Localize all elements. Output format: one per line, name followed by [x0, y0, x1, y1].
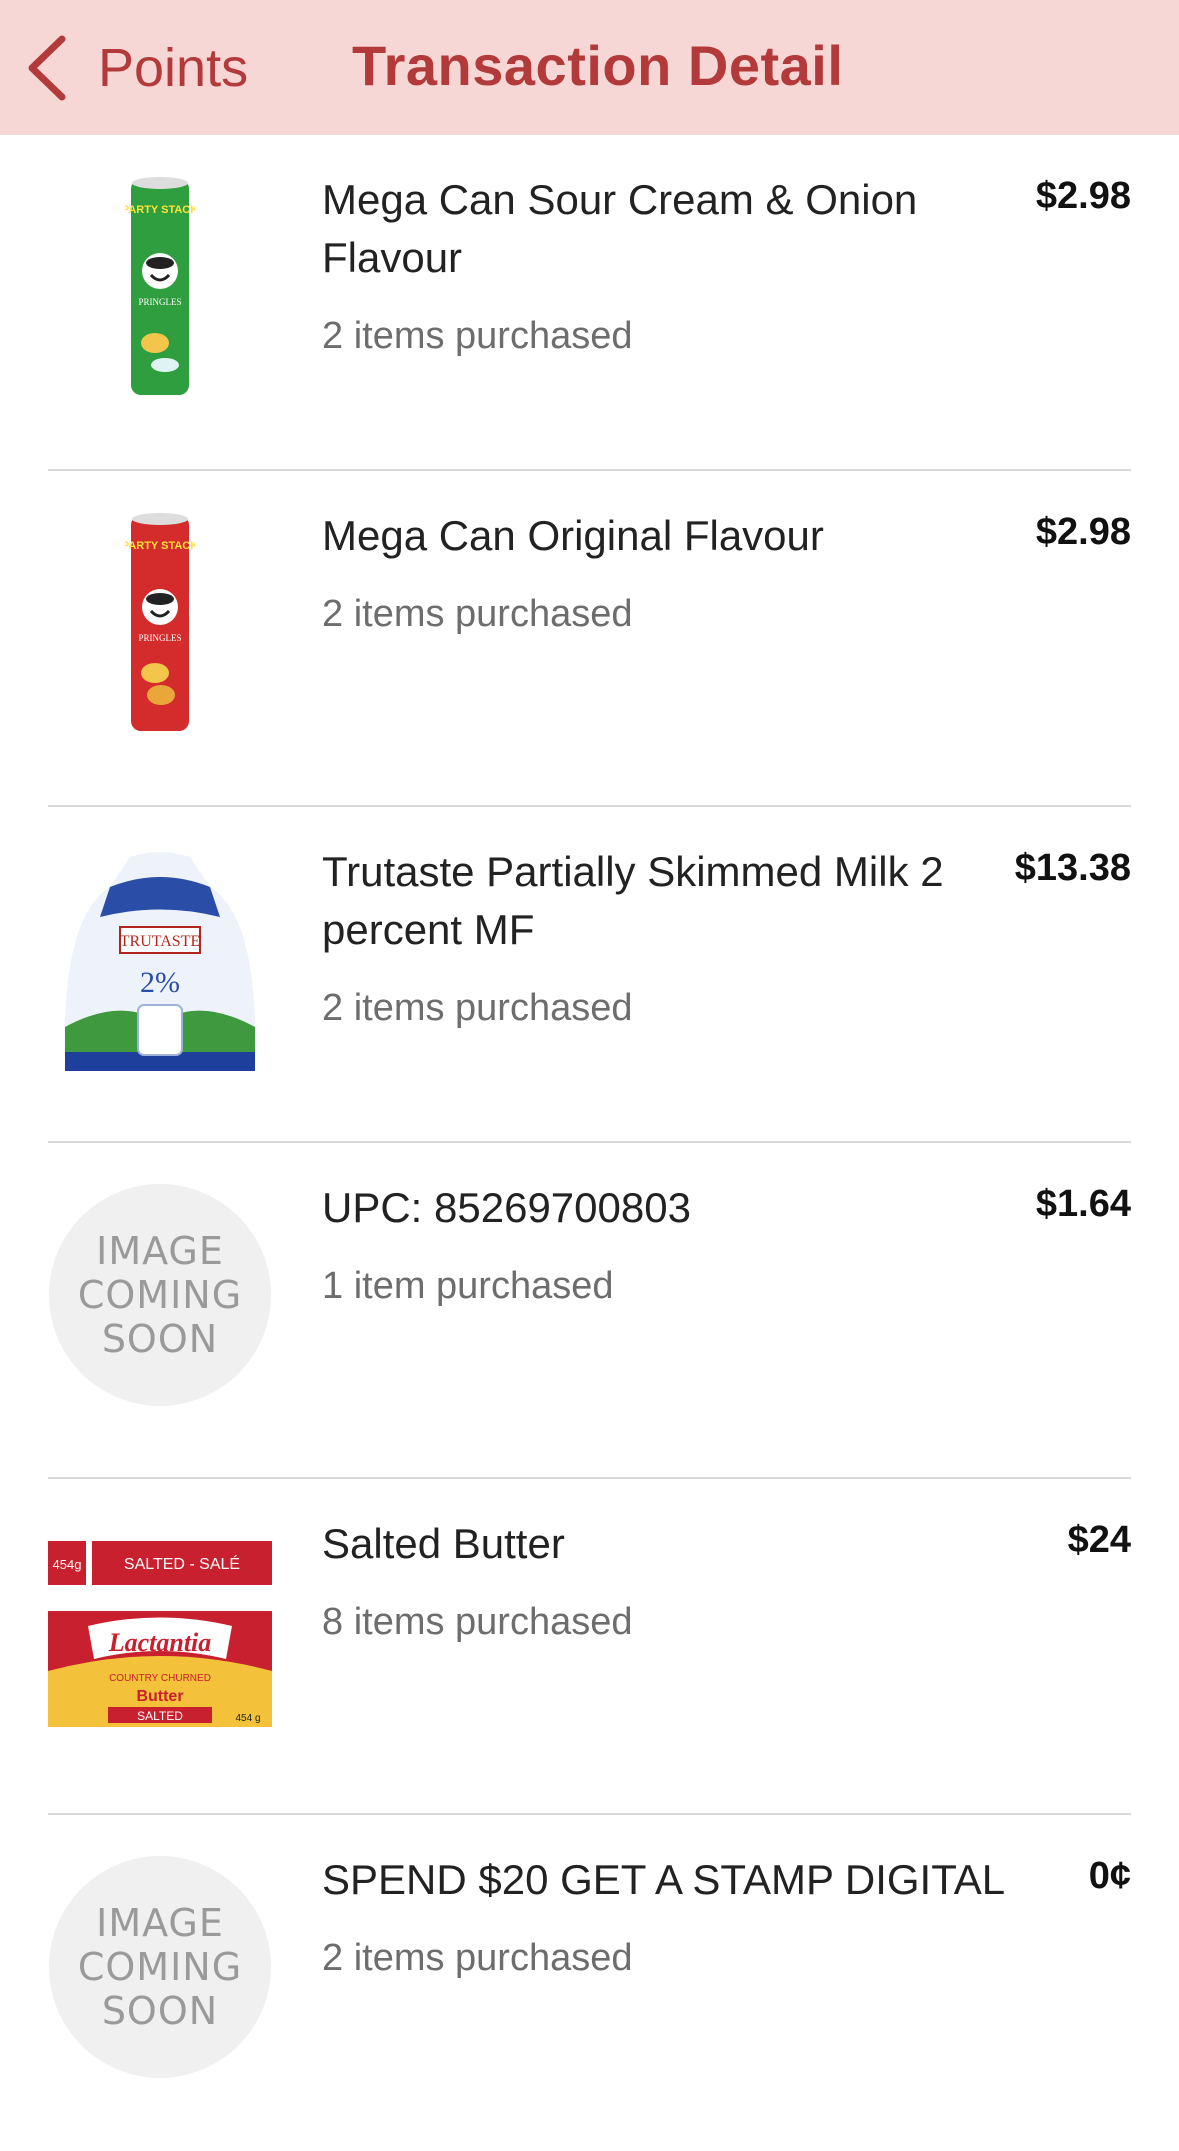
butter-package-icon: 454g SALTED - SALÉ Lactantia COUNTRY CHU… — [48, 1541, 272, 1727]
placeholder-line: SOON — [101, 1989, 219, 2033]
item-price: 0¢ — [1088, 1855, 1131, 1897]
item-quantity: 2 items purchased — [322, 987, 633, 1029]
salted-text: SALTED — [137, 1709, 183, 1723]
pringles-can-icon: PARTY STACK PRINGLES — [125, 177, 195, 395]
butter-tag-text: SALTED - SALÉ — [124, 1554, 240, 1573]
image-placeholder: IMAGE COMING SOON — [49, 1856, 271, 2078]
image-placeholder: IMAGE COMING SOON — [49, 1184, 271, 1406]
list-item[interactable]: PARTY STACK PRINGLES Mega Can Sour Cream… — [48, 135, 1131, 471]
item-name: SPEND $20 GET A STAMP DIGITAL — [322, 1856, 1006, 1903]
item-name: Salted Butter — [322, 1520, 565, 1567]
item-quantity: 2 items purchased — [322, 315, 633, 357]
product-image: IMAGE COMING SOON — [48, 1183, 272, 1407]
placeholder-line: COMING — [77, 1945, 243, 1989]
product-image: IMAGE COMING SOON — [48, 1855, 272, 2079]
item-name: Mega Can Sour Cream & Onion Flavour — [322, 176, 918, 281]
back-label: Points — [98, 38, 249, 98]
list-item[interactable]: IMAGE COMING SOON SPEND $20 GET A STAMP … — [48, 1815, 1131, 2151]
item-quantity: 8 items purchased — [322, 1601, 633, 1643]
item-price: $2.98 — [1035, 511, 1131, 553]
list-item[interactable]: PARTY STACK PRINGLES Mega Can Original F… — [48, 471, 1131, 807]
pringles-can-icon: PARTY STACK PRINGLES — [125, 513, 195, 731]
placeholder-line: SOON — [101, 1317, 219, 1361]
item-price: $1.64 — [1035, 1183, 1131, 1225]
list-item[interactable]: TRUTASTE 2% Trutaste Partially Skimmed M… — [48, 807, 1131, 1143]
country-churned-text: COUNTRY CHURNED — [109, 1673, 211, 1684]
item-price: $13.38 — [1014, 847, 1131, 889]
placeholder-line: IMAGE — [96, 1229, 224, 1273]
pringles-text: PRINGLES — [138, 633, 181, 643]
butter-weight-small-text: 454 g — [235, 1713, 260, 1724]
lactantia-text: Lactantia — [108, 1628, 212, 1657]
item-quantity: 2 items purchased — [322, 593, 633, 635]
page-title: Transaction Detail — [352, 34, 844, 97]
milk-percent-text: 2% — [140, 966, 180, 999]
party-stack-text: PARTY STACK — [125, 540, 195, 552]
pringles-text: PRINGLES — [138, 297, 181, 307]
item-price: $2.98 — [1035, 175, 1131, 217]
product-image: 454g SALTED - SALÉ Lactantia COUNTRY CHU… — [48, 1519, 272, 1743]
back-button[interactable]: Points — [24, 30, 248, 106]
item-name: Trutaste Partially Skimmed Milk 2 percen… — [322, 848, 944, 953]
product-image: PARTY STACK PRINGLES — [48, 511, 272, 735]
placeholder-line: IMAGE — [96, 1901, 224, 1945]
item-price: $24 — [1067, 1519, 1131, 1561]
party-stack-text: PARTY STACK — [125, 204, 195, 216]
item-name: UPC: 85269700803 — [322, 1184, 691, 1231]
butter-text: Butter — [136, 1688, 183, 1705]
item-name: Mega Can Original Flavour — [322, 512, 824, 559]
milk-bag-icon: TRUTASTE 2% — [64, 852, 256, 1071]
chevron-left-icon — [28, 35, 66, 101]
list-item[interactable]: 454g SALTED - SALÉ Lactantia COUNTRY CHU… — [48, 1479, 1131, 1815]
list-item[interactable]: IMAGE COMING SOON UPC: 85269700803 1 ite… — [48, 1143, 1131, 1479]
butter-weight-text: 454g — [53, 1557, 82, 1572]
trutaste-text: TRUTASTE — [120, 933, 201, 950]
product-image: PARTY STACK PRINGLES — [48, 175, 272, 399]
placeholder-line: COMING — [77, 1273, 243, 1317]
item-quantity: 1 item purchased — [322, 1265, 614, 1307]
product-image: TRUTASTE 2% — [48, 847, 272, 1071]
item-quantity: 2 items purchased — [322, 1937, 633, 1979]
top-bar: Points Transaction Detail — [0, 0, 1179, 135]
